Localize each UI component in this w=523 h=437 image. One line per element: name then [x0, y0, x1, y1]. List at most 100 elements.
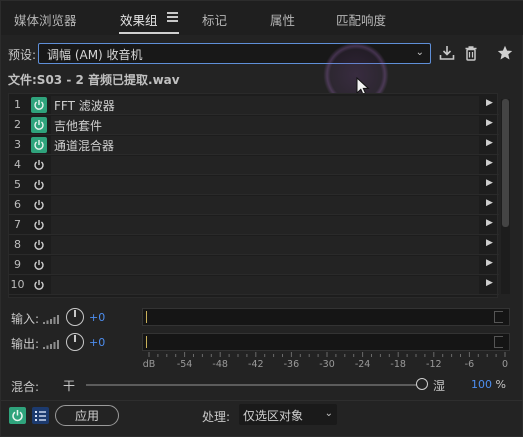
slot-number: 1	[14, 98, 21, 111]
output-gain-knob[interactable]	[66, 333, 84, 351]
effect-name: 吉他套件	[54, 119, 103, 133]
rack-slot-row[interactable]: 5 ▶	[9, 175, 499, 195]
power-icon	[34, 160, 44, 170]
tab-media-browser[interactable]: 媒体浏览器	[14, 10, 77, 29]
rack-slot-row[interactable]: 8 ▶	[9, 235, 499, 255]
effect-slot[interactable]	[51, 176, 479, 194]
tab-effects-rack[interactable]: 效果组	[120, 10, 158, 29]
apply-button[interactable]: 应用	[55, 405, 119, 426]
slot-power-button[interactable]	[31, 237, 47, 253]
effects-rack-list: 1 FFT 滤波器 ▶ 2 吉他套件 ▶ 3 通道混合器 ▶ 4 ▶ 5 ▶ 6 ▶ 7 ▶ 8 ▶ 9 ▶ 10 ▶	[8, 93, 499, 298]
db-tick-label: -6	[464, 359, 475, 370]
slot-power-button[interactable]	[31, 97, 47, 113]
rack-scrollbar[interactable]	[501, 99, 510, 294]
input-gain-value[interactable]: +0	[89, 311, 105, 324]
input-gain-knob[interactable]	[66, 308, 84, 326]
tab-markers[interactable]: 标记	[202, 10, 227, 29]
input-level-meter	[142, 308, 510, 326]
slot-number: 2	[14, 118, 21, 131]
power-icon	[34, 280, 44, 290]
slot-number: 6	[14, 198, 21, 211]
tab-properties[interactable]: 属性	[270, 10, 295, 29]
chevron-down-icon: ⌄	[415, 47, 424, 58]
effect-slot[interactable]	[51, 216, 479, 234]
triangle-right-icon[interactable]: ▶	[486, 258, 493, 268]
hamburger-menu-icon[interactable]	[167, 12, 178, 22]
db-scale: dB -54 -48 -42 -36 -30 -24 -18 -12 -6 0	[142, 359, 510, 371]
rack-power-button[interactable]	[9, 407, 26, 424]
rack-slot-row[interactable]: 2 吉他套件 ▶	[9, 115, 499, 135]
trash-icon[interactable]	[462, 44, 480, 62]
mix-slider-track[interactable]	[86, 384, 424, 386]
slot-power-button[interactable]	[31, 137, 47, 153]
mix-value: 100	[471, 378, 492, 391]
db-tick-label: dB	[142, 359, 156, 370]
preset-label: 预设:	[8, 48, 37, 62]
slot-number: 4	[14, 158, 21, 171]
triangle-right-icon[interactable]: ▶	[486, 138, 493, 148]
triangle-right-icon[interactable]: ▶	[486, 198, 493, 208]
level-bars-icon	[43, 313, 61, 324]
process-dropdown[interactable]: 仅选区对象 ⌄	[239, 404, 337, 425]
tab-match-loudness[interactable]: 匹配响度	[336, 10, 386, 29]
footer-divider	[1, 400, 523, 401]
effect-name: FFT 滤波器	[54, 99, 115, 113]
power-icon	[34, 120, 44, 130]
db-tick-label: -48	[212, 359, 228, 370]
level-bars-icon	[43, 338, 61, 349]
mix-label: 混合:	[11, 380, 40, 394]
triangle-right-icon[interactable]: ▶	[486, 118, 493, 128]
rack-slot-row[interactable]: 4 ▶	[9, 155, 499, 175]
power-icon	[34, 220, 44, 230]
triangle-right-icon[interactable]: ▶	[486, 178, 493, 188]
mix-percentage[interactable]: 100 %	[471, 378, 506, 391]
slot-power-button[interactable]	[31, 117, 47, 133]
slot-power-button[interactable]	[31, 197, 47, 213]
star-icon[interactable]	[496, 44, 514, 62]
input-label: 输入:	[11, 312, 40, 326]
download-icon[interactable]	[438, 44, 456, 62]
power-icon	[34, 260, 44, 270]
rack-slot-row[interactable]: 10 ▶	[9, 275, 499, 295]
active-tab-indicator	[119, 32, 179, 34]
triangle-right-icon[interactable]: ▶	[486, 98, 493, 108]
effect-slot[interactable]	[51, 156, 479, 174]
db-tick-label: -54	[176, 359, 193, 370]
triangle-right-icon[interactable]: ▶	[486, 278, 493, 288]
triangle-right-icon[interactable]: ▶	[486, 218, 493, 228]
slot-power-button[interactable]	[31, 157, 47, 173]
effect-slot[interactable]: 吉他套件	[51, 116, 479, 134]
slot-power-button[interactable]	[31, 177, 47, 193]
preset-value: 调幅 (AM) 收音机	[47, 48, 143, 62]
triangle-right-icon[interactable]: ▶	[486, 238, 493, 248]
rack-slot-row[interactable]: 3 通道混合器 ▶	[9, 135, 499, 155]
mix-slider-handle[interactable]	[416, 378, 428, 390]
effect-slot[interactable]	[51, 276, 479, 294]
effect-slot[interactable]	[51, 236, 479, 254]
rack-slot-row[interactable]: 9 ▶	[9, 255, 499, 275]
effect-name: 通道混合器	[54, 139, 115, 153]
effect-slot[interactable]: FFT 滤波器	[51, 96, 479, 114]
effect-slot[interactable]: 通道混合器	[51, 136, 479, 154]
rack-slot-row[interactable]: 6 ▶	[9, 195, 499, 215]
mix-unit: %	[495, 378, 506, 391]
db-tick-label: -12	[426, 359, 442, 370]
rack-slot-row[interactable]: 7 ▶	[9, 215, 499, 235]
output-gain-value[interactable]: +0	[89, 336, 105, 349]
slot-number: 9	[14, 258, 21, 271]
power-icon	[34, 100, 44, 110]
rack-slot-row[interactable]: 1 FFT 滤波器 ▶	[9, 95, 499, 115]
slot-power-button[interactable]	[31, 217, 47, 233]
effect-slot[interactable]	[51, 256, 479, 274]
db-tick-label: -42	[248, 359, 264, 370]
output-label: 输出:	[11, 337, 40, 351]
effect-slot[interactable]	[51, 196, 479, 214]
list-icon[interactable]	[32, 407, 49, 424]
mix-wet-label: 湿	[433, 379, 446, 393]
slot-power-button[interactable]	[31, 257, 47, 273]
scrollbar-thumb[interactable]	[502, 99, 509, 227]
triangle-right-icon[interactable]: ▶	[486, 158, 493, 168]
output-level-meter	[142, 333, 510, 351]
db-tick-label: -30	[319, 359, 335, 370]
slot-power-button[interactable]	[31, 277, 47, 293]
